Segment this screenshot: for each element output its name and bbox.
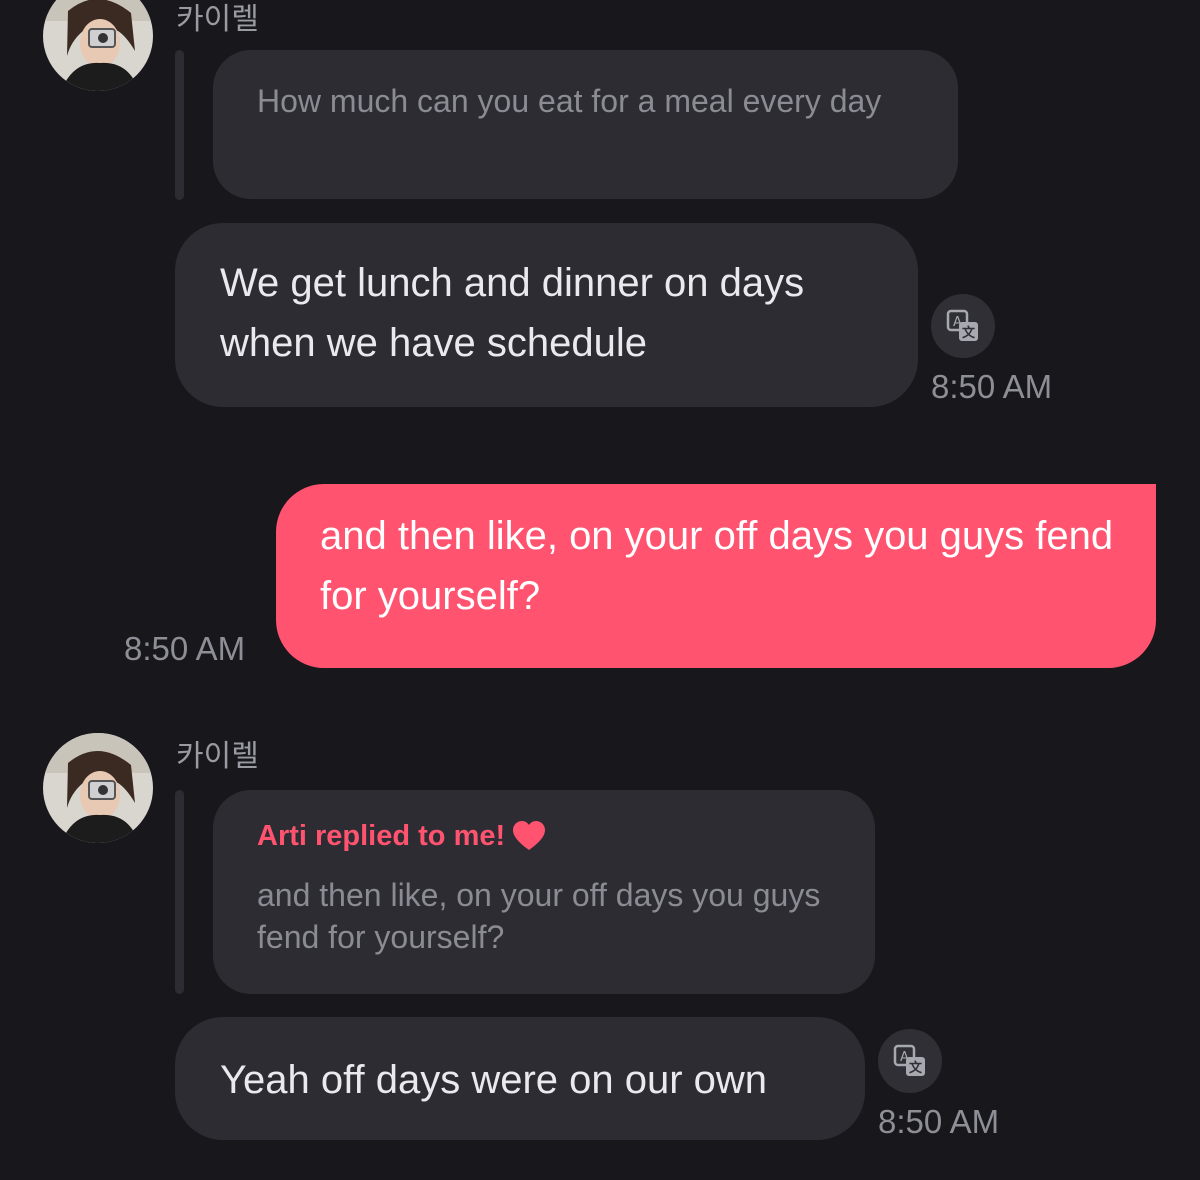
- quote-bar: [175, 790, 184, 994]
- chat-view: 카이렐 How much can you eat for a meal ever…: [0, 0, 1200, 1180]
- message-text: and then like, on your off days you guys…: [320, 514, 1114, 618]
- incoming-message-bubble[interactable]: We get lunch and dinner on days when we …: [175, 223, 918, 407]
- svg-text:文: 文: [962, 325, 976, 341]
- reply-title-text: Arti replied to me!: [257, 820, 506, 852]
- translate-icon: A 文: [893, 1044, 925, 1076]
- message-text: Yeah off days were on our own: [220, 1058, 768, 1102]
- avatar[interactable]: [43, 733, 153, 843]
- translate-button[interactable]: A 文: [878, 1029, 942, 1093]
- translate-icon: A 文: [946, 309, 978, 341]
- quoted-message[interactable]: Arti replied to me! and then like, on yo…: [213, 790, 875, 994]
- message-timestamp: 8:50 AM: [931, 368, 1053, 405]
- avatar[interactable]: [43, 0, 153, 91]
- translate-button[interactable]: A 文: [931, 294, 995, 358]
- message-timestamp: 8:50 AM: [124, 630, 246, 667]
- sender-name: 카이렐: [176, 3, 259, 36]
- message-timestamp: 8:50 AM: [878, 1103, 1000, 1140]
- reply-title: Arti replied to me!: [257, 816, 831, 856]
- quote-bar: [175, 50, 184, 200]
- quoted-message[interactable]: How much can you eat for a meal every da…: [213, 50, 958, 199]
- outgoing-message-bubble[interactable]: and then like, on your off days you guys…: [276, 484, 1156, 668]
- message-text: We get lunch and dinner on days when we …: [220, 261, 805, 365]
- incoming-message-bubble[interactable]: Yeah off days were on our own: [175, 1017, 865, 1140]
- quoted-text: and then like, on your off days you guys…: [257, 877, 821, 955]
- sender-name: 카이렐: [176, 740, 259, 773]
- heart-icon: [513, 821, 546, 850]
- svg-text:文: 文: [909, 1060, 923, 1076]
- quoted-text: How much can you eat for a meal every da…: [257, 83, 882, 119]
